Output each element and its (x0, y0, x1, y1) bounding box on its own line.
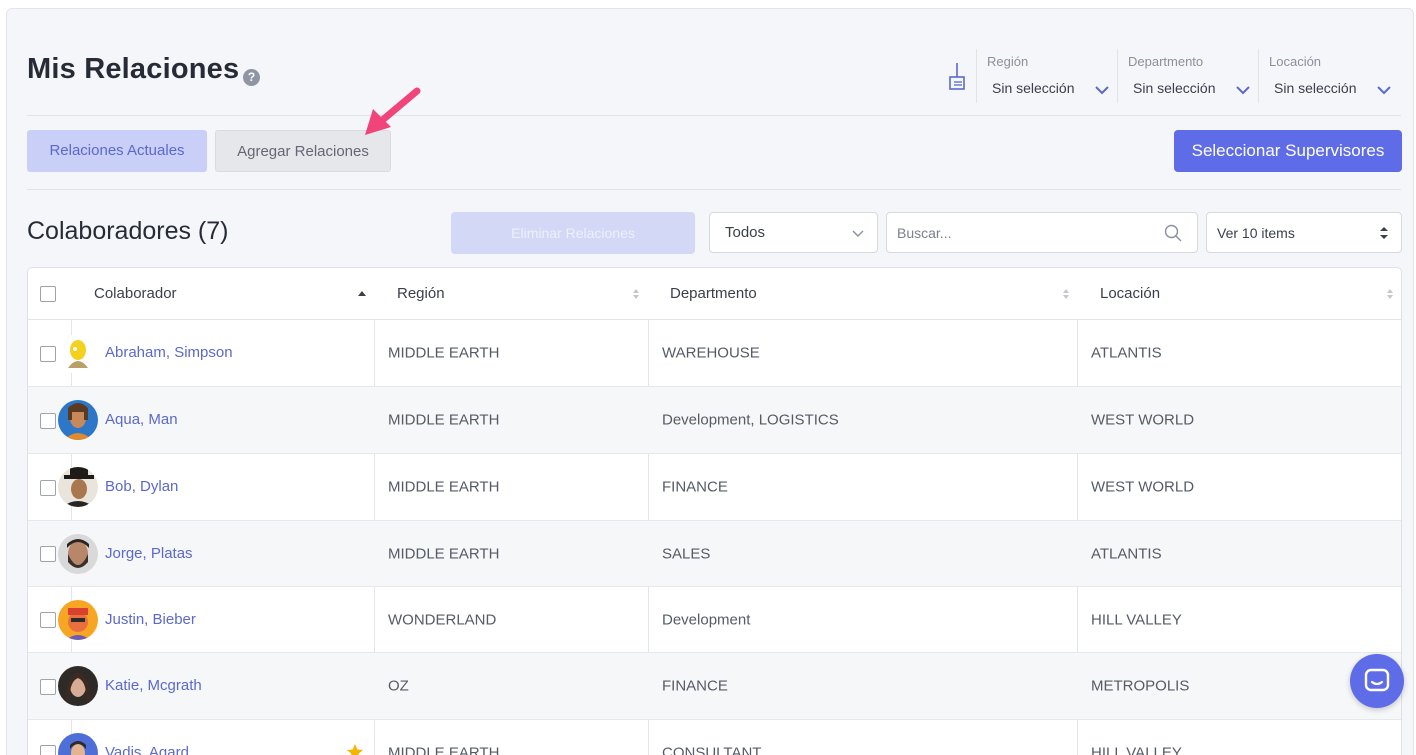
chevron-down-icon (1236, 86, 1250, 95)
collaborators-title: Colaboradores (7) (27, 217, 229, 245)
table-row[interactable]: Abraham, Simpson MIDDLE EARTH WAREHOUSE … (28, 320, 1401, 387)
region-text: MIDDLE EARTH (388, 545, 500, 562)
select-all-checkbox[interactable] (40, 286, 56, 302)
location-text: ATLANTIS (1091, 344, 1162, 362)
department-text: WAREHOUSE (662, 344, 760, 362)
header-divider (27, 115, 1401, 116)
region-text: OZ (388, 677, 409, 695)
help-circle-icon[interactable]: ? (243, 69, 260, 86)
page-size-value: Ver 10 items (1217, 225, 1295, 241)
collaborator-name-link[interactable]: Vadis, Agard (105, 744, 189, 755)
row-checkbox[interactable] (40, 480, 56, 496)
chevron-down-icon (1095, 86, 1109, 95)
filter-select-value: Todos (725, 224, 766, 241)
star-icon[interactable] (346, 743, 364, 755)
location-text: ATLANTIS (1091, 545, 1162, 562)
avatar (58, 400, 98, 440)
collaborator-name-link[interactable]: Jorge, Platas (105, 545, 193, 562)
location-text: WEST WORLD (1091, 411, 1195, 429)
sort-icon (1380, 227, 1388, 239)
row-checkbox[interactable] (40, 546, 56, 562)
row-checkbox[interactable] (40, 413, 56, 429)
region-text: MIDDLE EARTH (388, 478, 500, 496)
sort-asc-icon[interactable] (358, 288, 366, 300)
filter-location-label: Locación (1269, 54, 1322, 69)
region-text: MIDDLE EARTH (388, 744, 500, 755)
column-header-collaborator[interactable]: Colaborador (94, 285, 177, 302)
table-row[interactable]: Vadis, Agard MIDDLE EARTH CONSULTANT HIL… (28, 720, 1401, 755)
column-header-department[interactable]: Departmento (670, 285, 757, 302)
page-size-select[interactable]: Ver 10 items (1206, 212, 1402, 253)
row-checkbox[interactable] (40, 346, 56, 362)
avatar (58, 666, 98, 706)
table-row[interactable]: Katie, Mcgrath OZ FINANCE METROPOLIS (28, 653, 1401, 720)
location-text: HILL VALLEY (1091, 744, 1182, 755)
collaborator-name-link[interactable]: Justin, Bieber (105, 611, 196, 628)
filter-department[interactable]: Departmento Sin selección (1128, 54, 1256, 104)
search-box[interactable] (886, 212, 1198, 253)
filter-region-label: Región (987, 54, 1029, 69)
sort-icon[interactable] (1062, 288, 1070, 300)
delete-relations-button[interactable]: Eliminar Relaciones (451, 212, 695, 254)
filter-department-label: Departmento (1128, 54, 1204, 69)
sort-icon[interactable] (632, 288, 640, 300)
chat-icon (1364, 668, 1390, 692)
region-text: WONDERLAND (388, 611, 497, 628)
tab-relaciones-actuales[interactable]: Relaciones Actuales (27, 130, 207, 172)
table-row[interactable]: Aqua, Man MIDDLE EARTH Development, LOGI… (28, 387, 1401, 454)
filter-location[interactable]: Locación Sin selección (1269, 54, 1397, 104)
column-header-location[interactable]: Locación (1100, 285, 1160, 302)
location-text: METROPOLIS (1091, 677, 1190, 695)
filter-region[interactable]: Región Sin selección (987, 54, 1115, 104)
collaborator-name-link[interactable]: Bob, Dylan (105, 478, 178, 495)
collaborators-table: Colaborador Región Departmento Locación … (27, 267, 1402, 755)
select-supervisors-button[interactable]: Seleccionar Supervisores (1174, 130, 1402, 172)
table-row[interactable]: Jorge, Platas MIDDLE EARTH SALES ATLANTI… (28, 521, 1401, 587)
collaborator-name-link[interactable]: Abraham, Simpson (105, 344, 233, 361)
filter-department-value: Sin selección (1133, 80, 1216, 96)
table-header: Colaborador Región Departmento Locación (28, 268, 1401, 320)
department-text: CONSULTANT (662, 744, 762, 755)
broom-icon[interactable] (945, 61, 969, 93)
chevron-down-icon (852, 230, 864, 237)
page-title: Mis Relaciones (27, 53, 240, 85)
avatar (58, 467, 98, 507)
table-row[interactable]: Justin, Bieber WONDERLAND Development HI… (28, 587, 1401, 653)
filter-divider (976, 49, 977, 103)
main-card: Mis Relaciones ? Región Sin selección De… (6, 8, 1414, 755)
toolbar-divider (27, 189, 1401, 190)
search-icon[interactable] (1163, 223, 1183, 243)
filter-select[interactable]: Todos (709, 212, 878, 253)
row-checkbox[interactable] (40, 612, 56, 628)
collaborator-name-link[interactable]: Katie, Mcgrath (105, 677, 202, 694)
column-header-region[interactable]: Región (397, 285, 445, 302)
table-row[interactable]: Bob, Dylan MIDDLE EARTH FINANCE WEST WOR… (28, 454, 1401, 521)
location-text: WEST WORLD (1091, 478, 1195, 496)
sort-icon[interactable] (1386, 288, 1394, 300)
row-checkbox[interactable] (40, 679, 56, 695)
region-text: MIDDLE EARTH (388, 411, 500, 429)
filter-divider (1117, 49, 1118, 103)
location-text: HILL VALLEY (1091, 611, 1182, 628)
avatar (58, 600, 98, 640)
filter-divider (1258, 49, 1259, 103)
annotation-arrow-icon (365, 87, 421, 135)
row-checkbox[interactable] (40, 745, 56, 755)
collaborator-name-link[interactable]: Aqua, Man (105, 411, 178, 428)
search-input[interactable] (897, 222, 1147, 244)
department-text: Development (662, 611, 751, 628)
chevron-down-icon (1377, 86, 1391, 95)
avatar (58, 534, 98, 574)
region-text: MIDDLE EARTH (388, 344, 500, 362)
department-text: Development, LOGISTICS (662, 411, 839, 429)
chat-button[interactable] (1350, 654, 1404, 708)
department-text: FINANCE (662, 677, 728, 695)
department-text: SALES (662, 545, 711, 562)
avatar (58, 334, 98, 374)
department-text: FINANCE (662, 478, 728, 496)
filter-location-value: Sin selección (1274, 80, 1357, 96)
avatar (58, 733, 98, 755)
filter-region-value: Sin selección (992, 80, 1075, 96)
